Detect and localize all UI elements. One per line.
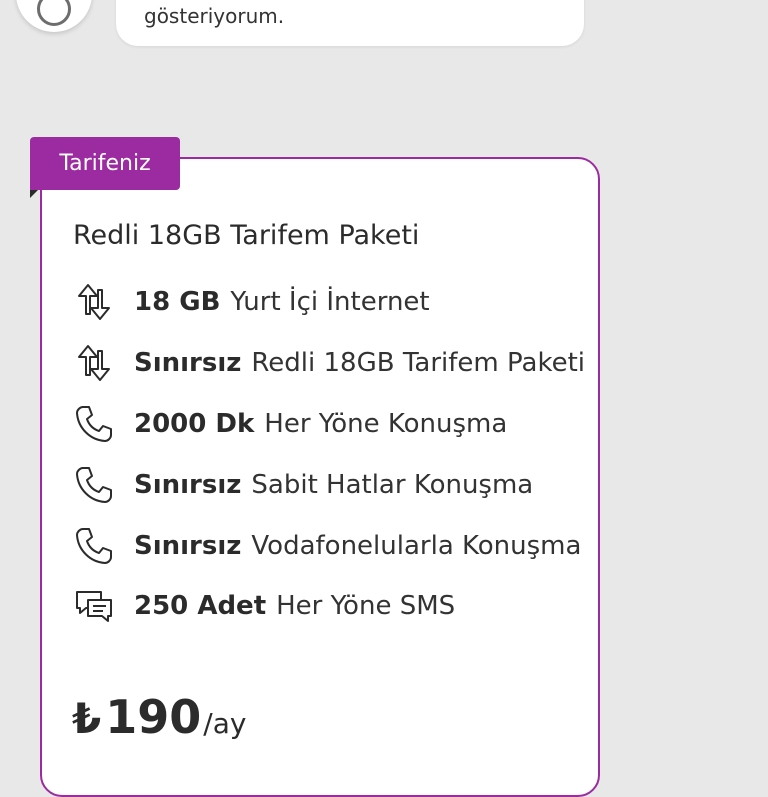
feature-amount: 2000 Dk <box>134 409 255 439</box>
price-period: /ay <box>203 707 247 740</box>
feature-item: Sınırsız Sabit Hatlar Konuşma <box>74 455 533 515</box>
currency-symbol: ₺ <box>72 694 102 743</box>
feature-item: Sınırsız Redli 18GB Tarifem Paketi <box>74 333 585 393</box>
feature-label: Sabit Hatlar Konuşma <box>251 470 534 500</box>
feature-item: 18 GB Yurt İçi İnternet <box>74 272 430 332</box>
data-arrows-icon <box>74 343 118 383</box>
feature-item: 2000 Dk Her Yöne Konuşma <box>74 394 507 454</box>
feature-label: Her Yöne SMS <box>276 591 456 621</box>
assistant-avatar <box>16 0 92 32</box>
feature-label: Vodafonelularla Konuşma <box>251 531 582 561</box>
feature-label: Her Yöne Konuşma <box>264 409 508 439</box>
feature-label: Redli 18GB Tarifem Paketi <box>251 348 586 378</box>
data-arrows-icon <box>74 282 118 322</box>
chat-bubbles-icon <box>74 586 118 626</box>
feature-label: Yurt İçi İnternet <box>230 287 430 317</box>
tariff-tag: Tarifeniz <box>30 137 180 190</box>
tariff-tag-label: Tarifeniz <box>59 151 151 176</box>
feature-amount: Sınırsız <box>134 531 242 561</box>
phone-icon <box>74 526 118 566</box>
feature-amount: Sınırsız <box>134 470 242 500</box>
feature-amount: 250 Adet <box>134 591 267 621</box>
chat-message-text: gösteriyorum. <box>144 4 285 28</box>
chat-message-bubble: gösteriyorum. <box>116 0 584 46</box>
tariff-title: Redli 18GB Tarifem Paketi <box>73 220 420 251</box>
price-amount: 190 <box>105 690 202 744</box>
tag-fold <box>30 190 38 198</box>
feature-amount: 18 GB <box>134 287 221 317</box>
feature-item: 250 Adet Her Yöne SMS <box>74 576 455 636</box>
phone-icon <box>74 404 118 444</box>
phone-icon <box>74 465 118 505</box>
feature-item: Sınırsız Vodafonelularla Konuşma <box>74 516 581 576</box>
tariff-price: ₺ 190 /ay <box>72 690 246 744</box>
avatar-ring-icon <box>37 0 71 26</box>
feature-amount: Sınırsız <box>134 348 242 378</box>
